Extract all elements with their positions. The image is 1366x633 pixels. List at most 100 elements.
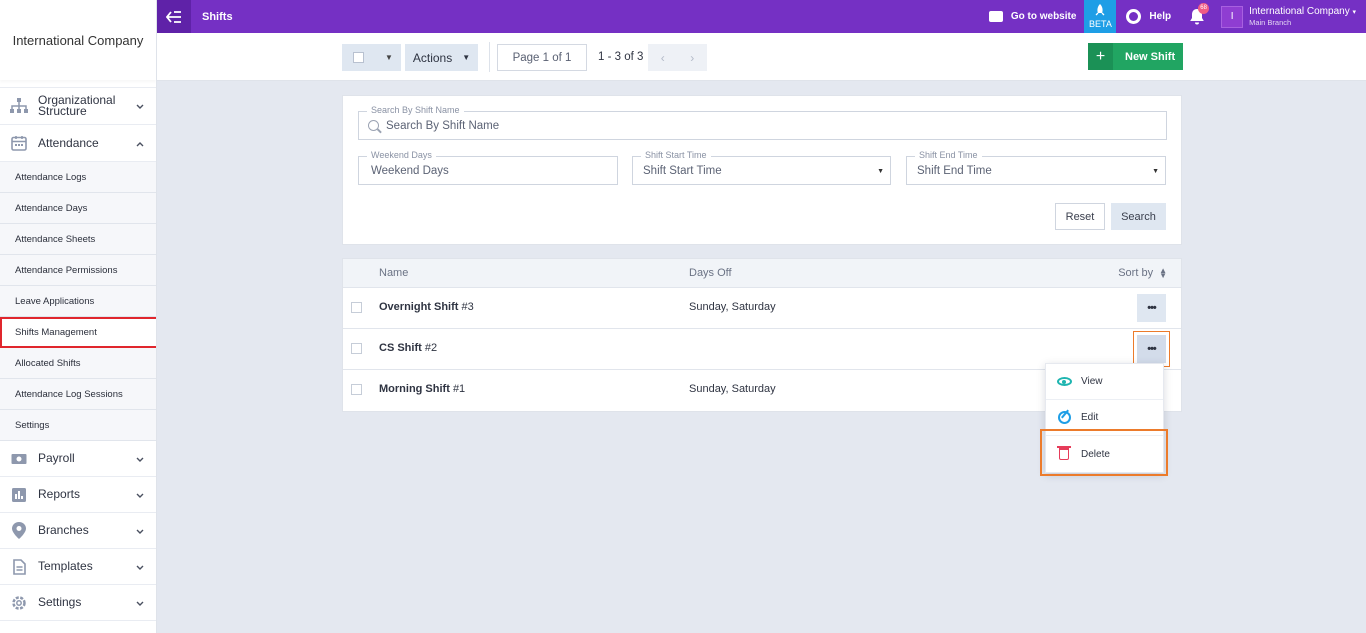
- sidebar-item-label: Payroll: [38, 451, 75, 465]
- more-actions-button[interactable]: •••: [1137, 294, 1166, 322]
- subnav-attendance-log-sessions[interactable]: Attendance Log Sessions: [0, 379, 156, 410]
- chevron-down-icon: [136, 102, 144, 110]
- select-all-checkbox[interactable]: [353, 52, 364, 63]
- delete-highlight-box: [1040, 429, 1168, 476]
- caret-down-icon: ▼: [877, 168, 884, 175]
- sidebar-item-label: Settings: [38, 595, 82, 609]
- store-icon: [988, 11, 1003, 22]
- help-link[interactable]: Help: [1126, 9, 1171, 24]
- pagination-nav: ‹ ›: [648, 44, 707, 71]
- new-shift-button[interactable]: + New Shift: [1088, 43, 1183, 70]
- more-actions-button[interactable]: •••: [1133, 331, 1170, 367]
- caret-down-icon: ▼: [1152, 168, 1159, 175]
- shift-title: Morning Shift: [379, 383, 450, 395]
- actions-dropdown[interactable]: Actions ▼: [405, 44, 478, 71]
- search-placeholder: Search By Shift Name: [386, 120, 500, 132]
- column-days-off: Days Off: [689, 267, 732, 279]
- subnav-attendance-permissions[interactable]: Attendance Permissions: [0, 255, 156, 286]
- notifications-bell-icon[interactable]: 68: [1189, 2, 1210, 26]
- actions-label: Actions: [412, 50, 453, 65]
- sort-arrows-icon: ▲ ▼: [1159, 266, 1167, 280]
- shift-name[interactable]: Overnight Shift #3: [379, 301, 474, 313]
- chevron-down-icon: [136, 599, 144, 607]
- sidebar-item-label: Organizational Structure: [38, 93, 116, 118]
- shift-title: CS Shift: [379, 342, 422, 354]
- row-checkbox[interactable]: [351, 343, 362, 354]
- account-menu[interactable]: I International Company ▾ Main Branch: [1221, 5, 1356, 28]
- sidebar: International Company Organizational Str…: [0, 0, 157, 633]
- go-to-website-link[interactable]: Go to website: [988, 11, 1076, 22]
- days-off: Sunday, Saturday: [689, 301, 776, 313]
- menu-item-view[interactable]: View: [1046, 364, 1163, 400]
- row-checkbox[interactable]: [351, 384, 362, 395]
- account-name: International Company: [1249, 5, 1350, 17]
- subnav-attendance-sheets[interactable]: Attendance Sheets: [0, 224, 156, 255]
- list-toolbar: ▼ Actions ▼ Page 1 of 1 1 - 3 of 3 ‹ › +…: [157, 33, 1366, 81]
- sidebar-item-reports[interactable]: Reports: [0, 477, 156, 513]
- sort-by-control[interactable]: Sort by ▲ ▼: [1118, 266, 1167, 280]
- bar-chart-icon: [10, 486, 28, 504]
- sidebar-item-label: Branches: [38, 523, 89, 537]
- notification-count-badge: 68: [1198, 2, 1210, 14]
- company-logo-text[interactable]: International Company: [0, 0, 156, 80]
- prev-page-icon[interactable]: ‹: [661, 51, 665, 65]
- shift-start-time-label: Shift Start Time: [641, 150, 711, 160]
- beta-label: BETA: [1088, 19, 1112, 29]
- subnav-leave-applications[interactable]: Leave Applications: [0, 286, 156, 317]
- shift-title: Overnight Shift: [379, 301, 459, 313]
- page-indicator[interactable]: Page 1 of 1: [497, 44, 587, 71]
- weekend-days-label: Weekend Days: [367, 150, 436, 160]
- subnav-attendance-logs[interactable]: Attendance Logs: [0, 162, 156, 193]
- chevron-down-icon: [136, 527, 144, 535]
- attendance-submenu: Attendance Logs Attendance Days Attendan…: [0, 162, 156, 441]
- subnav-shifts-management[interactable]: Shifts Management: [0, 317, 156, 348]
- sidebar-item-settings[interactable]: Settings: [0, 585, 156, 621]
- edit-icon: [1056, 411, 1072, 425]
- lifebuoy-icon: [1126, 9, 1142, 24]
- reset-button[interactable]: Reset: [1055, 203, 1105, 230]
- chevron-down-icon: [136, 563, 144, 571]
- page-title: Shifts: [202, 10, 233, 23]
- org-chart-icon: [10, 97, 28, 115]
- weekend-days-placeholder: Weekend Days: [371, 165, 449, 177]
- shift-name[interactable]: CS Shift #2: [379, 342, 437, 354]
- shift-end-time-select[interactable]: Shift End Time Shift End Time ▼: [906, 150, 1166, 185]
- search-button[interactable]: Search: [1111, 203, 1166, 230]
- shift-start-time-value: Shift Start Time: [643, 165, 722, 177]
- collapse-menu-icon[interactable]: [157, 0, 191, 33]
- plus-icon: +: [1088, 43, 1113, 70]
- sidebar-item-label: Templates: [38, 559, 93, 573]
- sidebar-item-branches[interactable]: Branches: [0, 513, 156, 549]
- shift-start-time-select[interactable]: Shift Start Time Shift Start Time ▼: [632, 150, 891, 185]
- row-checkbox[interactable]: [351, 302, 362, 313]
- shift-name[interactable]: Morning Shift #1: [379, 383, 465, 395]
- eye-icon: [1056, 375, 1072, 389]
- calendar-icon: [10, 134, 28, 152]
- gear-icon: [10, 594, 28, 612]
- search-icon: [368, 120, 379, 131]
- sidebar-item-payroll[interactable]: Payroll: [0, 441, 156, 477]
- chevron-down-icon: [136, 455, 144, 463]
- shift-id: #2: [424, 342, 438, 354]
- sidebar-item-attendance[interactable]: Attendance: [0, 125, 156, 162]
- select-all-dropdown[interactable]: ▼: [342, 44, 401, 71]
- top-bar: Shifts Go to website BETA Help 68 I Inte…: [157, 0, 1366, 33]
- chevron-down-icon: [136, 491, 144, 499]
- sidebar-item-label: Attendance: [38, 135, 99, 150]
- search-input[interactable]: Search By Shift Name Search By Shift Nam…: [358, 105, 1167, 140]
- sidebar-item-templates[interactable]: Templates: [0, 549, 156, 585]
- subnav-allocated-shifts[interactable]: Allocated Shifts: [0, 348, 156, 379]
- weekend-days-field[interactable]: Weekend Days Weekend Days: [358, 150, 618, 185]
- search-label: Search By Shift Name: [367, 105, 464, 115]
- caret-down-icon: ▾: [1352, 8, 1356, 16]
- subnav-settings[interactable]: Settings: [0, 410, 156, 441]
- money-icon: [10, 450, 28, 468]
- next-page-icon[interactable]: ›: [690, 51, 694, 65]
- sidebar-item-organizational-structure[interactable]: Organizational Structure: [0, 88, 156, 125]
- column-name: Name: [379, 267, 409, 279]
- avatar: I: [1221, 5, 1244, 28]
- shift-id: #3: [461, 301, 474, 313]
- beta-button[interactable]: BETA: [1084, 0, 1117, 33]
- subnav-attendance-days[interactable]: Attendance Days: [0, 193, 156, 224]
- table-row[interactable]: Overnight Shift #3 Sunday, Saturday •••: [343, 288, 1181, 329]
